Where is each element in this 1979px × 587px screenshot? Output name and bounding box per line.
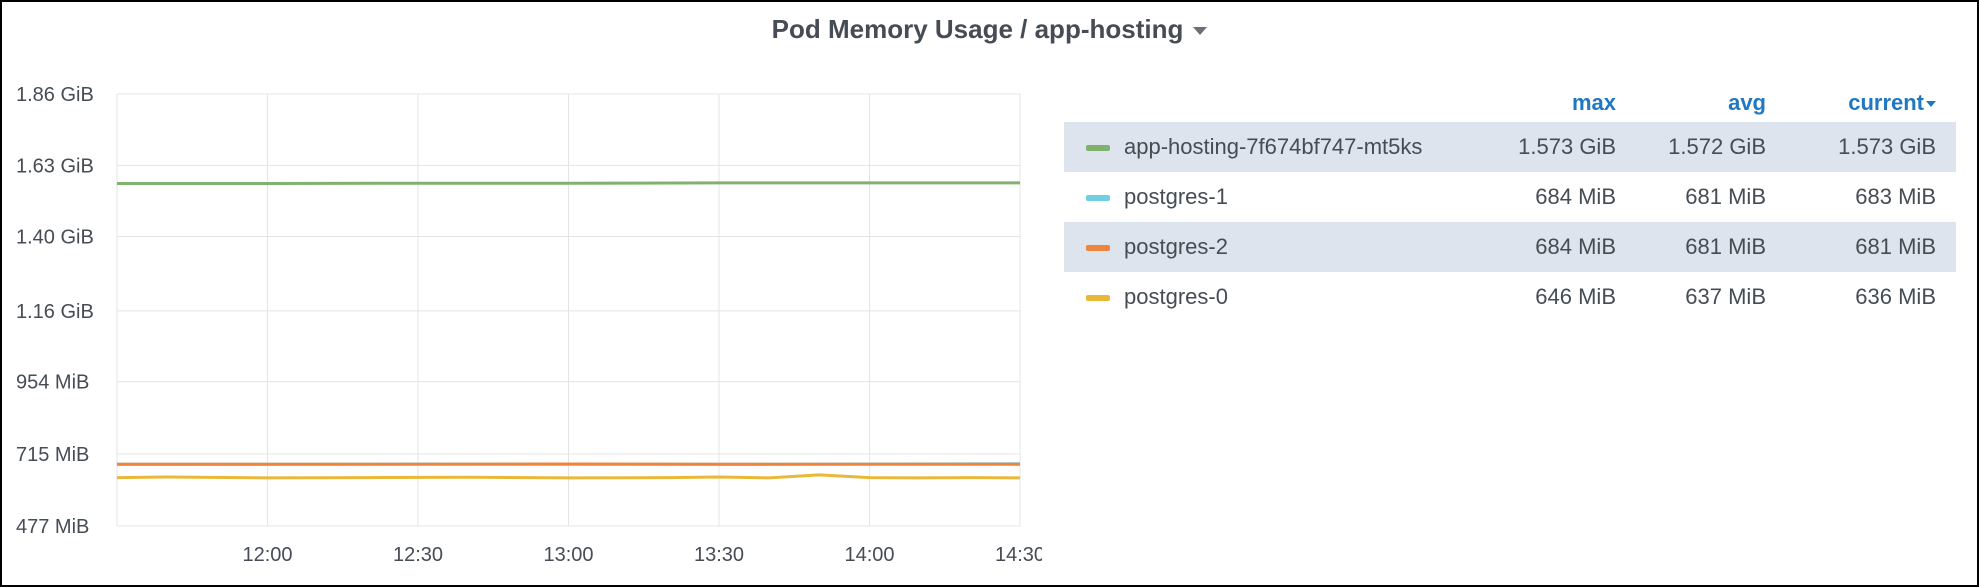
series-color-swatch[interactable]: [1086, 245, 1110, 252]
series-name-text: app-hosting-7f674bf747-mt5ks: [1124, 134, 1423, 159]
legend-series-name[interactable]: postgres-1: [1064, 172, 1486, 222]
legend-max-value: 1.573 GiB: [1486, 122, 1636, 172]
legend-series-name[interactable]: postgres-2: [1064, 222, 1486, 272]
legend-row[interactable]: app-hosting-7f674bf747-mt5ks 1.573 GiB 1.5…: [1064, 122, 1956, 172]
legend-header-current[interactable]: current: [1786, 84, 1956, 122]
legend-header-name: [1064, 84, 1486, 122]
y-tick-label: 1.63 GiB: [16, 155, 94, 177]
series-color-swatch[interactable]: [1086, 195, 1110, 202]
x-tick-label: 12:00: [242, 544, 292, 566]
legend-header-max[interactable]: max: [1486, 84, 1636, 122]
series-color-swatch[interactable]: [1086, 295, 1110, 302]
legend-current-value: 636 MiB: [1855, 284, 1936, 309]
y-tick-label: 715 MiB: [16, 444, 89, 466]
legend-header-current-label: current: [1848, 90, 1924, 115]
legend-avg-value: 1.572 GiB: [1636, 122, 1786, 172]
series-line-app-hosting-7f674bf747-mt5ks: [117, 181, 1020, 185]
legend-avg-value: 681 MiB: [1685, 184, 1766, 209]
x-tick-label: 14:30: [995, 544, 1042, 566]
series-name-text: postgres-0: [1124, 284, 1228, 309]
legend-header-avg[interactable]: avg: [1636, 84, 1786, 122]
legend-max-value: 684 MiB: [1535, 184, 1616, 209]
memory-line-chart: 477 MiB 715 MiB 954 MiB 1.16 GiB 1.40 GiB 1.6…: [16, 84, 1042, 566]
series-name-text: postgres-1: [1124, 184, 1228, 209]
memory-usage-panel: Pod Memory Usage / app-hosting 477 MiB 71…: [0, 0, 1979, 587]
legend-series-name[interactable]: app-hosting-7f674bf747-mt5ks: [1064, 122, 1486, 172]
y-tick-label: 1.86 GiB: [16, 84, 94, 106]
legend-table: max avg current app-hosting-7f674bf747-m…: [1064, 84, 1956, 322]
legend-current-value: 1.573 GiB: [1786, 122, 1956, 172]
y-tick-label: 954 MiB: [16, 372, 89, 394]
x-tick-label: 13:30: [694, 544, 744, 566]
y-tick-label: 1.16 GiB: [16, 301, 94, 323]
x-tick-label: 12:30: [393, 544, 443, 566]
y-tick-label: 1.40 GiB: [16, 226, 94, 248]
legend-header-row: max avg current: [1064, 84, 1956, 122]
legend-avg-value: 681 MiB: [1636, 222, 1786, 272]
legend-current-value: 681 MiB: [1786, 222, 1956, 272]
legend-max-value: 646 MiB: [1535, 284, 1616, 309]
x-tick-label: 14:00: [844, 544, 894, 566]
legend-row[interactable]: postgres-2 684 MiB 681 MiB 681 MiB: [1064, 222, 1956, 272]
y-tick-label: 477 MiB: [16, 516, 89, 538]
legend-current-value: 683 MiB: [1855, 184, 1936, 209]
series-name-text: postgres-2: [1124, 234, 1228, 259]
series-color-swatch[interactable]: [1086, 145, 1110, 152]
chevron-down-icon[interactable]: [1193, 27, 1208, 36]
legend-row[interactable]: postgres-0 646 MiB 637 MiB 636 MiB: [1064, 272, 1956, 322]
legend-avg-value: 637 MiB: [1685, 284, 1766, 309]
legend-max-value: 684 MiB: [1486, 222, 1636, 272]
x-tick-label: 13:00: [543, 544, 593, 566]
legend-row[interactable]: postgres-1 684 MiB 681 MiB 683 MiB: [1064, 172, 1956, 222]
legend-series-name[interactable]: postgres-0: [1064, 272, 1486, 322]
sort-desc-icon: [1926, 101, 1936, 108]
